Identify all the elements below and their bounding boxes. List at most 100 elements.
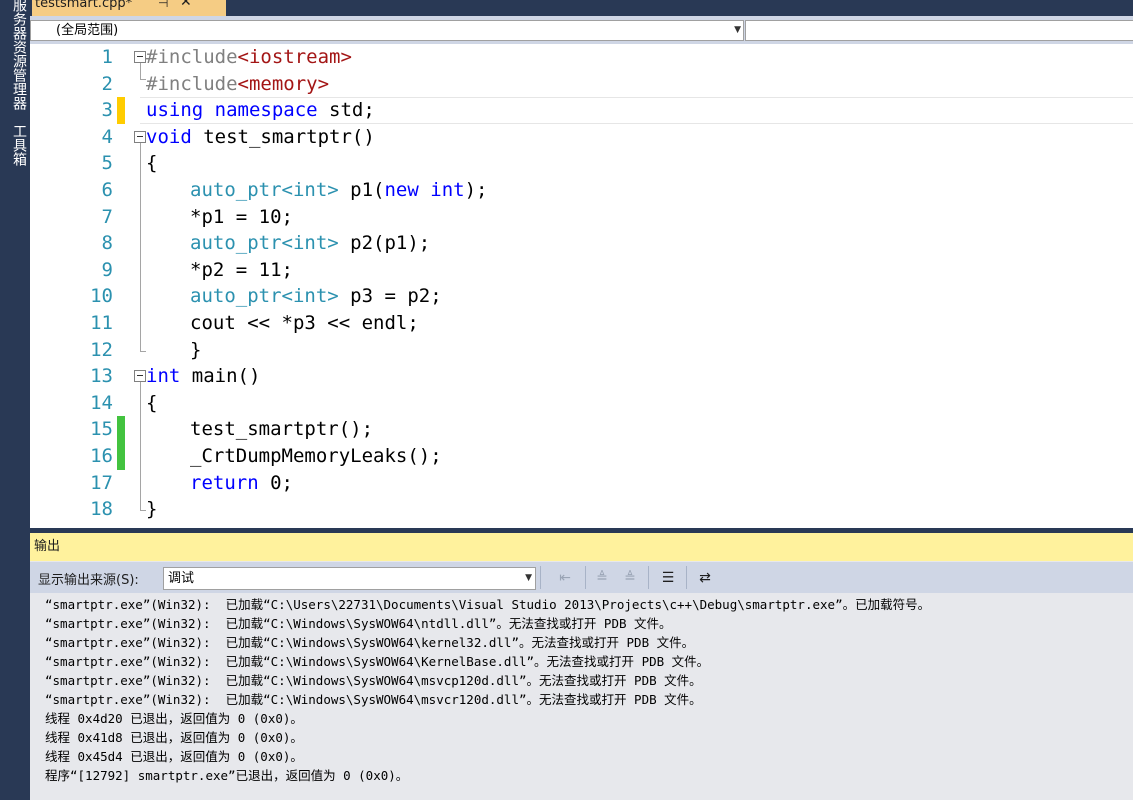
code-text: auto_ptr<int> p1(new int); <box>190 179 488 201</box>
output-title-bar: 输出 <box>30 533 1133 561</box>
find-message-icon[interactable]: ⇤ <box>555 568 575 588</box>
line-number: 6 <box>101 179 113 201</box>
line-number: 11 <box>90 312 113 334</box>
outline-guide <box>135 177 147 204</box>
output-line: 线程 0x45d4 已退出，返回值为 0 (0x0)。 <box>45 749 303 764</box>
code-text: *p2 = 11; <box>190 258 293 281</box>
tab-title: testsmart.cpp* <box>35 0 133 11</box>
toolbar-separator <box>540 566 541 589</box>
code-text: int main() <box>146 365 261 388</box>
line-number: 1 <box>101 46 113 68</box>
outline-guide <box>135 203 147 231</box>
code-line: 4 void test_smartptr() <box>30 124 1133 151</box>
saved-change-marker <box>117 443 125 470</box>
line-number: 17 <box>90 471 113 494</box>
collapse-icon[interactable] <box>134 370 146 383</box>
line-number: 9 <box>101 258 113 281</box>
pin-icon[interactable]: ⊣ <box>158 0 168 10</box>
code-line: 10 auto_ptr<int> p3 = p2; <box>30 283 1133 310</box>
navigation-bar: (全局范围) ▼ <box>30 16 1133 44</box>
outline-guide <box>135 443 147 470</box>
output-line: “smartptr.exe”(Win32): 已加载“C:\Windows\Sy… <box>45 616 672 631</box>
code-line: 1 #include<iostream> <box>30 44 1133 71</box>
line-number: 13 <box>90 365 113 388</box>
left-tool-sidebar: 服务器资源管理器 工具箱 <box>0 0 30 800</box>
output-title: 输出 <box>34 539 61 554</box>
scope-value: (全局范围) <box>56 23 119 38</box>
output-line: “smartptr.exe”(Win32): 已加载“C:\Windows\Sy… <box>45 673 702 688</box>
clear-all-icon[interactable]: ☰ <box>658 568 678 588</box>
output-line: “smartptr.exe”(Win32): 已加载“C:\Windows\Sy… <box>45 635 695 650</box>
code-line: 7 *p1 = 10; <box>30 203 1133 231</box>
line-number: 7 <box>101 205 113 228</box>
code-text: cout << *p3 << endl; <box>190 312 419 334</box>
code-line: 3 using namespace std; <box>30 97 1133 124</box>
code-text: auto_ptr<int> p2(p1); <box>190 232 431 255</box>
member-dropdown[interactable] <box>745 20 1133 41</box>
chevron-down-icon: ▼ <box>734 25 741 35</box>
code-text: using namespace std; <box>146 99 375 122</box>
code-text: #include<memory> <box>146 72 330 95</box>
collapse-icon[interactable] <box>134 51 146 63</box>
code-text: void test_smartptr() <box>146 125 375 148</box>
line-number: 10 <box>90 285 113 308</box>
line-number: 4 <box>101 125 113 148</box>
collapse-icon[interactable] <box>134 130 146 143</box>
code-text: { <box>146 391 158 414</box>
code-text: _CrtDumpMemoryLeaks(); <box>190 445 442 467</box>
output-line: “smartptr.exe”(Win32): 已加载“C:\Windows\Sy… <box>45 692 702 707</box>
code-line: 13 int main() <box>30 363 1133 391</box>
code-line: 6 auto_ptr<int> p1(new int); <box>30 177 1133 204</box>
scope-dropdown[interactable]: (全局范围) ▼ <box>30 20 744 41</box>
code-editor[interactable]: (全局范围) ▼ 1 #include<iostream> 2 #include… <box>30 16 1133 528</box>
code-text: return 0; <box>190 471 293 494</box>
code-line: 2 #include<memory> <box>30 70 1133 98</box>
code-line: 9 *p2 = 11; <box>30 256 1133 284</box>
outline-guide <box>135 336 147 364</box>
outline-guide <box>135 256 147 284</box>
code-line: 14 { <box>30 389 1133 417</box>
output-source-dropdown[interactable]: 调试 ▼ <box>163 567 536 590</box>
output-window: 输出 显示输出来源(S): 调试 ▼ ⇤ ≜ ≜ ☰ ⇄ “smartptr.e… <box>30 533 1133 800</box>
code-text: #include<iostream> <box>146 46 352 68</box>
output-line: 线程 0x41d8 已退出，返回值为 0 (0x0)。 <box>45 730 303 745</box>
output-source-value: 调试 <box>168 571 195 586</box>
toolbar-separator <box>686 566 687 589</box>
outline-guide <box>135 283 147 310</box>
output-toolbar: 显示输出来源(S): 调试 ▼ ⇤ ≜ ≜ ☰ ⇄ <box>30 562 1133 593</box>
server-explorer-tab[interactable]: 服务器资源管理器 <box>0 0 30 110</box>
code-line: 11 cout << *p3 << endl; <box>30 310 1133 337</box>
chevron-down-icon: ▼ <box>525 573 532 583</box>
toggle-word-wrap-icon[interactable]: ⇄ <box>695 568 715 588</box>
tab-testsmart-cpp[interactable]: testsmart.cpp* ⊣ ✕ <box>32 0 226 16</box>
outline-guide <box>135 469 147 497</box>
code-text: } <box>190 338 202 361</box>
code-text: *p1 = 10; <box>190 205 293 228</box>
line-number: 2 <box>101 72 113 95</box>
code-line: 16 _CrtDumpMemoryLeaks(); <box>30 443 1133 470</box>
toolbox-tab[interactable]: 工具箱 <box>0 124 30 184</box>
line-number: 8 <box>101 232 113 255</box>
next-message-icon[interactable]: ≜ <box>620 568 640 588</box>
line-number: 16 <box>90 445 113 467</box>
code-text: } <box>146 498 158 521</box>
code-text: { <box>146 152 158 175</box>
document-tab-bar: testsmart.cpp* ⊣ ✕ <box>30 0 1133 16</box>
line-number: 3 <box>101 99 113 122</box>
line-number: 14 <box>90 391 113 414</box>
outline-guide <box>135 416 147 443</box>
toolbar-separator <box>585 566 586 589</box>
output-line: “smartptr.exe”(Win32): 已加载“C:\Windows\Sy… <box>45 654 710 669</box>
unsaved-change-marker <box>117 97 125 124</box>
code-line: 8 auto_ptr<int> p2(p1); <box>30 230 1133 257</box>
close-icon[interactable]: ✕ <box>180 0 192 9</box>
output-line: 线程 0x4d20 已退出，返回值为 0 (0x0)。 <box>45 711 303 726</box>
code-line: 12 } <box>30 336 1133 364</box>
output-source-label: 显示输出来源(S): <box>38 573 139 588</box>
previous-message-icon[interactable]: ≜ <box>592 568 612 588</box>
code-line: 5 { <box>30 150 1133 177</box>
outline-guide <box>135 230 147 257</box>
line-number: 12 <box>90 338 113 361</box>
code-text: auto_ptr<int> p3 = p2; <box>190 285 442 308</box>
line-number: 18 <box>90 498 113 521</box>
